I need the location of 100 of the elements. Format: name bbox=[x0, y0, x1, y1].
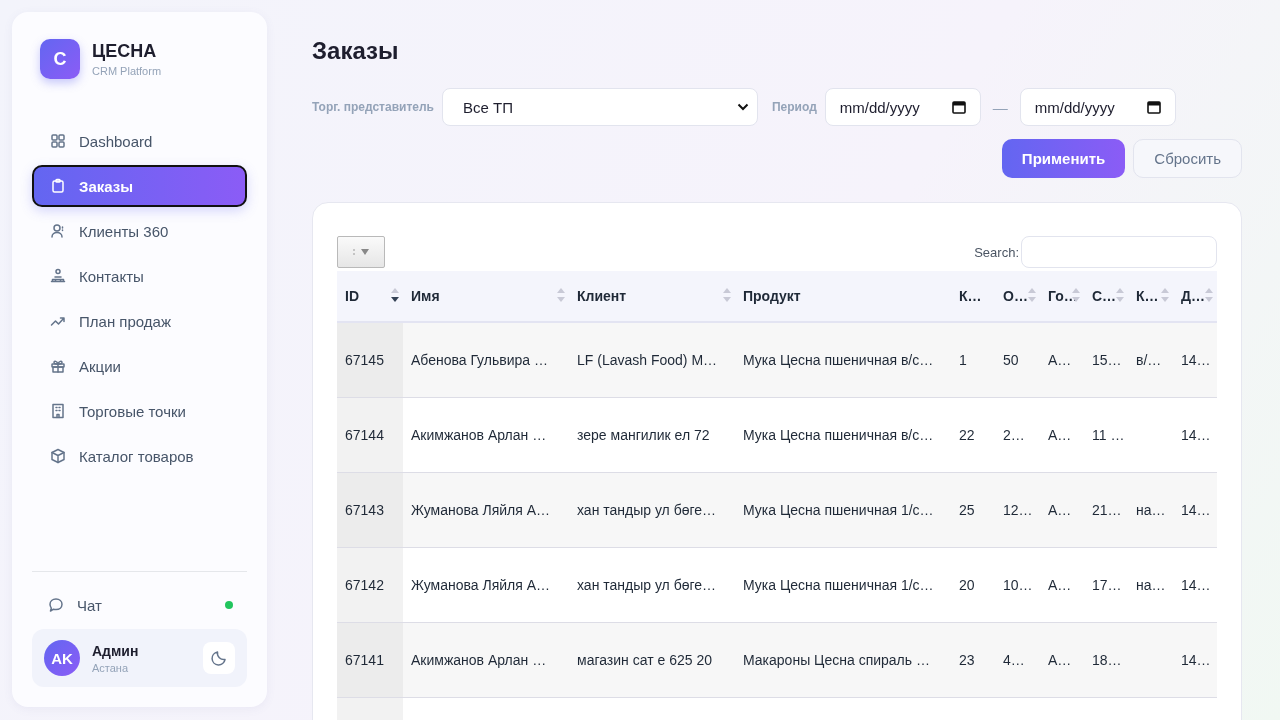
column-header[interactable]: О… bbox=[995, 271, 1040, 322]
user-avatar: AK bbox=[44, 640, 80, 676]
brand-name: ЦЕСНА bbox=[92, 41, 158, 62]
table-cell: зере мангилик ел 72 bbox=[577, 427, 710, 443]
table-cell: 14… bbox=[1181, 577, 1211, 593]
table-cell: 14… bbox=[1181, 502, 1211, 518]
table-cell: на… bbox=[1136, 502, 1166, 518]
sort-icon bbox=[391, 287, 399, 303]
table-cell: Абенова Гульвира … bbox=[411, 352, 548, 368]
table-cell: 4… bbox=[1003, 652, 1025, 668]
sort-icon bbox=[557, 287, 565, 303]
reset-button[interactable]: Сбросить bbox=[1133, 139, 1242, 178]
building-icon bbox=[50, 403, 66, 419]
cube-icon bbox=[50, 448, 66, 464]
column-header[interactable]: С… bbox=[1084, 271, 1128, 322]
nav-item[interactable]: План продаж bbox=[32, 300, 247, 342]
user-name: Админ bbox=[92, 642, 139, 659]
table-cell: А… bbox=[1048, 427, 1072, 443]
column-header[interactable]: ID bbox=[337, 271, 403, 322]
grid-icon bbox=[50, 133, 66, 149]
field-label: Торг. представитель bbox=[312, 100, 434, 114]
table-cell: Мука Цесна пшеничная 1/с… bbox=[743, 502, 934, 518]
table-cell: в/… bbox=[1136, 352, 1162, 368]
field-label: Период bbox=[771, 100, 817, 114]
chat-item[interactable]: Чат bbox=[32, 586, 247, 624]
nav-item[interactable]: Акции bbox=[32, 345, 247, 387]
sales-rep-select[interactable]: Все ТП bbox=[441, 88, 758, 126]
table-cell: 67142 bbox=[345, 577, 384, 593]
caret-icon bbox=[361, 249, 369, 255]
table-cell: хан тандыр ул бөге… bbox=[577, 502, 717, 518]
column-header[interactable]: Имя bbox=[403, 271, 569, 322]
calendar-icon bbox=[951, 100, 966, 114]
table-cell: Жуманова Ляйля А… bbox=[411, 577, 551, 593]
nav-item[interactable]: Каталог товаров bbox=[32, 435, 247, 477]
column-header[interactable]: К… bbox=[1128, 271, 1173, 322]
moon-icon bbox=[210, 649, 228, 667]
range-separator: — bbox=[992, 98, 1008, 116]
table-cell: 17… bbox=[1092, 577, 1122, 593]
column-visibility-button[interactable] bbox=[337, 236, 385, 268]
sort-icon bbox=[1161, 287, 1169, 303]
logo-icon: C bbox=[40, 39, 80, 79]
table-cell: А… bbox=[1048, 652, 1072, 668]
table-cell: Акимжанов Арлан … bbox=[411, 652, 547, 668]
gift-icon bbox=[50, 358, 66, 374]
clipboard-icon bbox=[50, 178, 66, 194]
table-cell: Акимжанов Арлан … bbox=[411, 427, 547, 443]
table-cell: LF (Lavash Food) M… bbox=[577, 352, 718, 368]
table-cell: 18… bbox=[1092, 652, 1122, 668]
brand-subtitle: CRM Platform bbox=[92, 65, 162, 77]
table-cell: 10… bbox=[1003, 577, 1033, 593]
table-cell: 12… bbox=[1003, 502, 1033, 518]
column-header[interactable]: Продукт bbox=[735, 271, 951, 322]
user-city: Астана bbox=[92, 661, 130, 674]
table-cell: Мука Цесна пшеничная в/с… bbox=[743, 352, 934, 368]
nav-item[interactable]: Контакты bbox=[32, 255, 247, 297]
table-cell: Жуманова Ляйля А… bbox=[411, 502, 551, 518]
table-cell: 11 … bbox=[1092, 427, 1125, 443]
table-cell: 67145 bbox=[345, 352, 384, 368]
table-cell: 14… bbox=[1181, 352, 1211, 368]
table-cell: 67141 bbox=[345, 652, 384, 668]
nav-item[interactable]: Заказы bbox=[32, 165, 247, 207]
table-cell: 14… bbox=[1181, 427, 1211, 443]
date-field[interactable]: mm/dd/yyyy bbox=[1019, 88, 1176, 126]
nav-item[interactable]: Клиенты 360 bbox=[32, 210, 247, 252]
theme-toggle-button[interactable] bbox=[203, 642, 235, 674]
table-cell: на… bbox=[1136, 577, 1166, 593]
calendar-icon bbox=[1146, 100, 1161, 114]
apply-button[interactable]: Применить bbox=[1001, 139, 1126, 178]
table-cell: магазин сат е 625 20 bbox=[577, 652, 712, 668]
chat-icon bbox=[48, 597, 64, 613]
table-cell: 14… bbox=[1181, 652, 1211, 668]
table-cell: 22 bbox=[959, 427, 975, 443]
table-cell: Мука Цесна пшеничная в/с… bbox=[743, 427, 934, 443]
people-icon bbox=[50, 268, 66, 284]
table-cell: 1 bbox=[959, 352, 967, 368]
date-field[interactable]: mm/dd/yyyy bbox=[824, 88, 981, 126]
column-header[interactable]: Го… bbox=[1040, 271, 1084, 322]
search-label: Search: bbox=[974, 244, 1019, 260]
page-title: Заказы bbox=[312, 37, 400, 65]
table-cell: А… bbox=[1048, 577, 1072, 593]
table-cell: 67144 bbox=[345, 427, 384, 443]
column-header[interactable]: Клиент bbox=[569, 271, 735, 322]
sort-icon bbox=[723, 287, 731, 303]
table-cell: А… bbox=[1048, 502, 1072, 518]
table-cell: 50 bbox=[1003, 352, 1019, 368]
table-cell: 2… bbox=[1003, 427, 1025, 443]
table-cell: 21… bbox=[1092, 502, 1122, 518]
table-cell: 20 bbox=[959, 577, 975, 593]
table-cell: 67143 bbox=[345, 502, 384, 518]
table-cell: 25 bbox=[959, 502, 975, 518]
sort-icon bbox=[1028, 287, 1036, 303]
table-cell: 23 bbox=[959, 652, 975, 668]
sort-icon bbox=[1205, 287, 1213, 303]
table-cell: А… bbox=[1048, 352, 1072, 368]
column-header[interactable]: Д… bbox=[1173, 271, 1217, 322]
nav-item[interactable]: Торговые точки bbox=[32, 390, 247, 432]
nav-item[interactable]: Dashboard bbox=[32, 120, 247, 162]
table-cell: Мука Цесна пшеничная 1/с… bbox=[743, 577, 934, 593]
search-field[interactable] bbox=[1021, 236, 1217, 268]
column-header[interactable]: К… bbox=[951, 271, 995, 322]
